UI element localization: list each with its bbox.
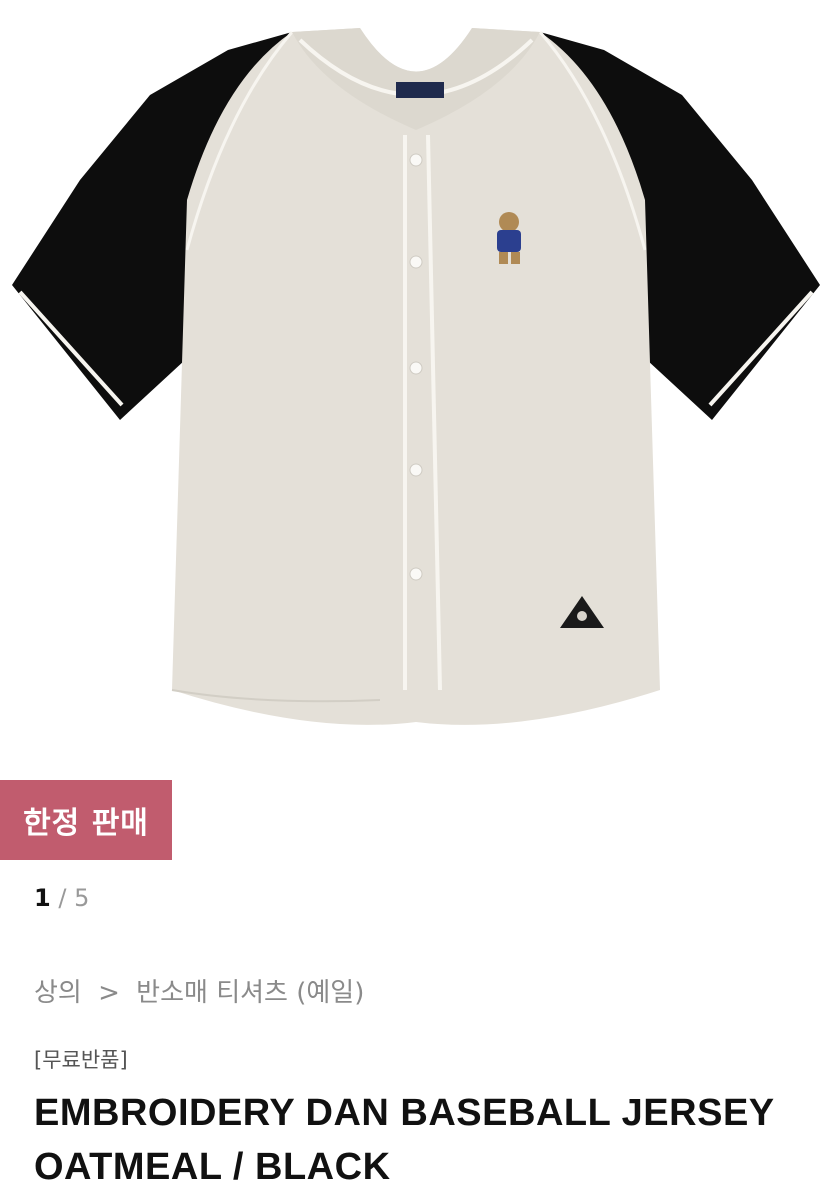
breadcrumb-category[interactable]: 상의 [34,978,82,1008]
breadcrumb-separator: > [98,978,120,1008]
pager-separator: / [58,884,67,912]
product-title-line2: OATMEAL / BLACK [34,1146,391,1188]
product-title: EMBROIDERY DAN BASEBALL JERSEY OATMEAL /… [34,1086,814,1194]
product-image[interactable] [0,0,832,760]
pager-total: 5 [74,884,90,912]
jersey-illustration [12,28,820,725]
free-return-tag: [무료반품] [34,1048,128,1072]
limited-sale-badge: 한정 판매 [0,780,172,860]
product-title-line1: EMBROIDERY DAN BASEBALL JERSEY [34,1092,775,1134]
breadcrumb-subcategory[interactable]: 반소매 티셔츠 (예일) [136,978,364,1008]
breadcrumb: 상의 > 반소매 티셔츠 (예일) [34,972,372,1009]
image-pager: 1 / 5 [34,884,89,912]
pager-current: 1 [34,884,51,912]
